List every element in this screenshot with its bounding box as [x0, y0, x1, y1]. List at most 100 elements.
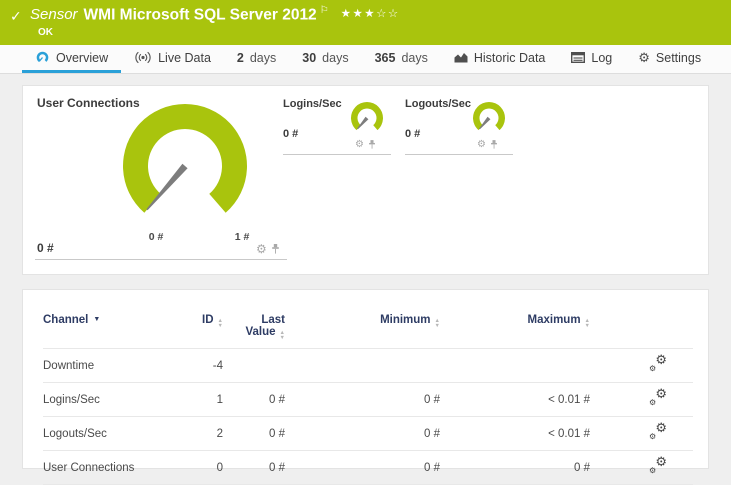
column-header-last-value[interactable]: Last Value ▲ ▼ [223, 304, 285, 349]
gauge-scale-min: 0 # [148, 231, 164, 243]
gauge-footer-icons: ⚙ [477, 140, 498, 150]
channel-name: User Connections [43, 461, 135, 474]
channels-table: Channel ▼ ID ▲ ▼ Last Value ▲ ▼ Minimum ▲ ▼ Max… [43, 304, 693, 485]
tab-overview-label: Overview [56, 50, 109, 65]
tab-log[interactable]: Log [558, 45, 625, 73]
tab-overview[interactable]: Overview [22, 45, 122, 73]
channel-minimum: 0 # [424, 461, 440, 474]
gear-icon[interactable]: ⚙ [355, 140, 364, 150]
channel-name: Downtime [43, 359, 95, 372]
table-row: Downtime -4 ⚙ ⚙ [43, 348, 693, 383]
tab-live-data-label: Live Data [158, 50, 211, 65]
tab-365-days-number: 365 [374, 50, 396, 65]
gauge-scale-max: 1 # [234, 231, 250, 243]
tab-2-days-label: days [249, 50, 277, 65]
tab-30-days-number: 30 [302, 50, 317, 65]
last-value-header-line2: Value [245, 326, 276, 338]
tab-2-days[interactable]: 2 days [224, 45, 289, 73]
channel-name: Logouts/Sec [43, 427, 107, 440]
column-header-id[interactable]: ID ▲ ▼ [173, 304, 223, 349]
sensor-status-text: OK [38, 27, 53, 38]
gear-icon[interactable]: ⚙ [477, 140, 486, 150]
channel-minimum: 0 # [424, 393, 440, 406]
sort-icon: ▲ ▼ [279, 330, 285, 341]
channels-panel: Channel ▼ ID ▲ ▼ Last Value ▲ ▼ Minimum ▲ ▼ Max… [22, 289, 709, 485]
gauge-footer-icons: ⚙ [256, 243, 280, 255]
channel-id: -4 [212, 359, 223, 372]
tab-log-label: Log [591, 50, 613, 65]
gear-icon: ⚙ [638, 50, 650, 65]
maximum-header-label: Maximum [527, 314, 581, 326]
gauge-title-logouts: Logouts/Sec [405, 98, 472, 110]
channel-settings-icon[interactable]: ⚙ ⚙ [649, 387, 667, 407]
gauge-footer-icons: ⚙ [355, 140, 376, 150]
channel-maximum [440, 349, 590, 383]
channel-maximum: < 0.01 # [548, 427, 590, 440]
channel-id: 1 [216, 393, 223, 406]
pin-icon[interactable] [490, 140, 498, 150]
tab-historic-data[interactable]: Historic Data [441, 45, 559, 73]
logouts-value: 0 # [405, 128, 421, 140]
channel-settings-icon[interactable]: ⚙ ⚙ [649, 421, 667, 441]
channel-name: Logins/Sec [43, 393, 100, 406]
logins-value: 0 # [283, 128, 299, 140]
channel-last-value: 0 # [269, 393, 285, 406]
tab-bar: Overview Live Data 2 days 30 days 365 da… [0, 45, 731, 74]
area-chart-icon [454, 53, 468, 63]
sensor-status-header: ✓ Sensor WMI Microsoft SQL Server 2012 ⚐ ★★… [0, 0, 731, 45]
gear-icon[interactable]: ⚙ [256, 243, 267, 255]
broadcast-icon [135, 51, 151, 64]
user-connections-gauge [123, 103, 247, 213]
channel-last-value: 0 # [269, 461, 285, 474]
sort-icon: ▲ ▼ [434, 318, 440, 329]
channel-header-label: Channel [43, 314, 89, 326]
gauges-panel: User Connections 0 # 1 # 0 # ⚙ Logins/Se… [22, 85, 709, 275]
logins-gauge-block: Logins/Sec 0 # ⚙ [283, 98, 391, 155]
pin-icon[interactable] [271, 243, 280, 255]
column-header-maximum[interactable]: Maximum ▲ ▼ [440, 304, 591, 349]
table-header-row: Channel ▼ ID ▲ ▼ Last Value ▲ ▼ Minimum ▲ ▼ Max… [43, 304, 693, 349]
gauge-divider [35, 259, 287, 260]
tab-30-days-label: days [322, 50, 349, 65]
channel-id: 2 [216, 427, 223, 440]
channel-minimum [285, 349, 440, 383]
stars-filled[interactable]: ★★★ [341, 8, 376, 20]
gauge-icon [36, 51, 49, 62]
pin-icon[interactable] [368, 140, 376, 150]
last-value-header-line1: Last [261, 314, 285, 326]
tab-historic-data-label: Historic Data [473, 50, 546, 65]
sort-icon: ▲ ▼ [584, 318, 590, 329]
gauge-title-logins: Logins/Sec [283, 98, 342, 110]
channel-maximum: < 0.01 # [548, 393, 590, 406]
tab-live-data[interactable]: Live Data [121, 45, 224, 73]
table-row: Logouts/Sec 2 0 # 0 # < 0.01 # ⚙ ⚙ [43, 416, 693, 451]
channel-settings-icon[interactable]: ⚙ ⚙ [649, 455, 667, 475]
column-header-minimum[interactable]: Minimum ▲ ▼ [285, 304, 440, 349]
id-header-label: ID [202, 314, 214, 326]
sensor-title: WMI Microsoft SQL Server 2012 [83, 6, 317, 24]
logouts-gauge [473, 102, 505, 131]
object-kind-label: Sensor [30, 6, 78, 24]
channel-last-value: 0 # [269, 427, 285, 440]
status-check-icon: ✓ [10, 8, 22, 24]
stars-empty[interactable]: ☆☆ [376, 8, 400, 20]
logins-gauge [351, 102, 383, 131]
priority-stars[interactable]: ★★★☆☆ [341, 8, 400, 20]
column-header-channel[interactable]: Channel ▼ [43, 304, 173, 349]
minimum-header-label: Minimum [380, 314, 431, 326]
table-row: Logins/Sec 1 0 # 0 # < 0.01 # ⚙ ⚙ [43, 382, 693, 417]
channel-settings-icon[interactable]: ⚙ ⚙ [649, 353, 667, 373]
user-connections-value: 0 # [37, 241, 54, 255]
channel-maximum: 0 # [574, 461, 590, 474]
tab-365-days-label: days [401, 50, 428, 65]
tab-settings[interactable]: ⚙ Settings [625, 45, 714, 73]
column-header-settings [590, 304, 693, 349]
tab-365-days[interactable]: 365 days [362, 45, 441, 73]
table-row: User Connections 0 0 # 0 # 0 # ⚙ ⚙ [43, 450, 693, 485]
tab-30-days[interactable]: 30 days [289, 45, 361, 73]
sort-desc-icon: ▼ [93, 316, 101, 323]
log-list-icon [571, 52, 586, 63]
channel-id: 0 [216, 461, 223, 474]
tab-settings-label: Settings [655, 50, 702, 65]
logouts-gauge-block: Logouts/Sec 0 # ⚙ [405, 98, 513, 155]
